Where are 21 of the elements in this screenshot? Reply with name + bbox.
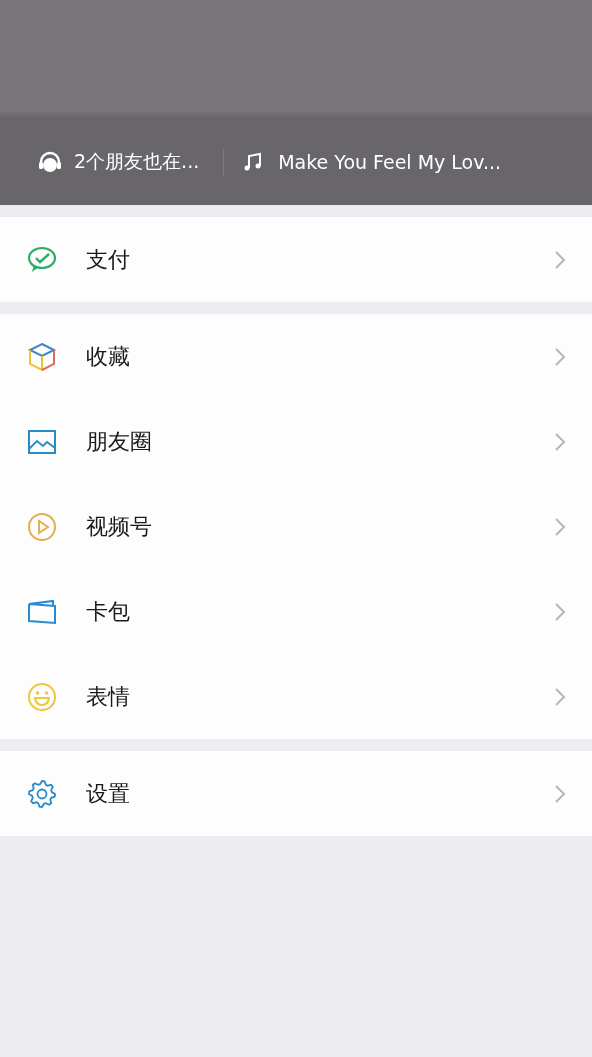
headphones-avatar-icon[interactable] [38,150,62,174]
menu-label: 视频号 [86,512,153,541]
friends-listening-text[interactable]: 2个朋友也在... [74,149,200,175]
play-circle-icon [26,510,58,543]
chevron-right-icon [554,346,566,367]
smiley-icon [26,680,58,713]
chevron-right-icon [554,516,566,537]
song-title[interactable]: Make You Feel My Lov... [278,151,502,173]
chevron-right-icon [554,431,566,452]
menu-label: 支付 [86,245,131,274]
menu-label: 设置 [86,779,131,808]
chevron-right-icon [554,601,566,622]
menu-label: 收藏 [86,342,131,371]
menu-label: 表情 [86,682,131,711]
menu-label: 卡包 [86,597,131,626]
chevron-right-icon [554,783,566,804]
menu-label: 朋友圈 [86,427,153,456]
chevron-right-icon [554,249,566,270]
cube-icon [26,340,58,373]
chevron-right-icon [554,686,566,707]
settings-icon [26,777,58,810]
